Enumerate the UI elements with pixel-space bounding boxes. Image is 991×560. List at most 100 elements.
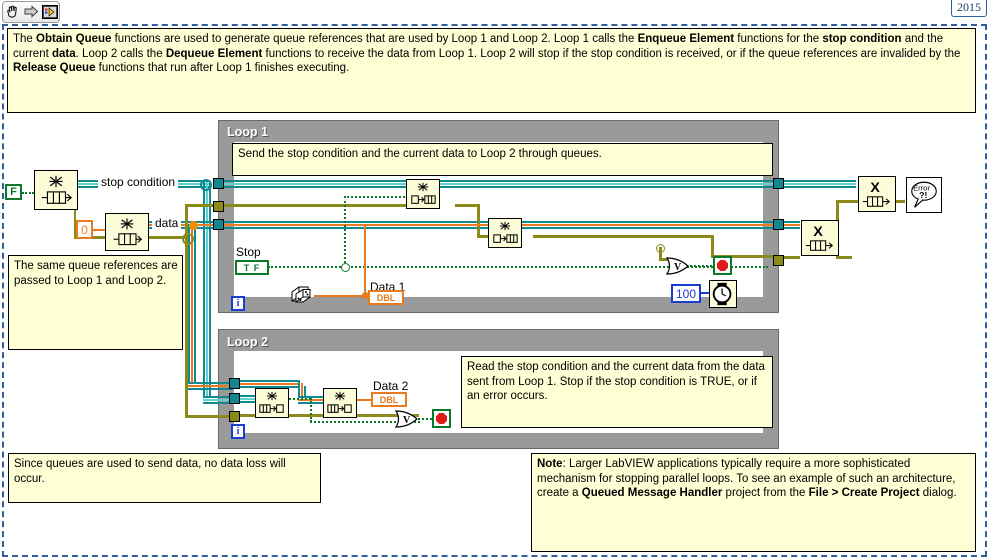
- labview-note: Note: Larger LabVIEW applications typica…: [531, 453, 976, 552]
- arrow-tool-icon[interactable]: [23, 4, 39, 20]
- loop1-stop-control[interactable]: T F: [235, 260, 269, 275]
- wire-data-l2-b: [188, 385, 233, 387]
- loop2-wire-stopq-c: [240, 401, 256, 403]
- loop1-wire-err-e: [533, 235, 713, 238]
- main-description-text: The Obtain Queue functions are used to g…: [13, 33, 961, 74]
- loop2-tunnel-stopqueue-in[interactable]: [229, 393, 240, 404]
- error-handler-text-2: ?!: [919, 190, 927, 200]
- wire-err-release-2b: [836, 256, 852, 259]
- loop1-bool-junction: [341, 263, 350, 272]
- loop1-bool-wire-v1: [344, 196, 346, 267]
- loop-1-comment: Send the stop condition and the current …: [232, 143, 773, 176]
- enqueue-element-stop[interactable]: [406, 179, 440, 209]
- svg-text:X: X: [813, 224, 823, 240]
- loop2-iteration-label: i: [236, 426, 240, 437]
- loop2-wire-stopq-a: [240, 395, 256, 397]
- release-queue-stop[interactable]: X: [858, 176, 896, 212]
- loop2-data-label: Data 2: [373, 379, 409, 393]
- loop1-wire-err-c: [477, 204, 480, 238]
- dequeue-element-stop[interactable]: [255, 388, 289, 418]
- loop1-or-out-wire: [690, 265, 712, 267]
- loop2-tunnel-dataqueue-in[interactable]: [229, 378, 240, 389]
- loop2-data-indicator[interactable]: DBL: [371, 392, 407, 407]
- simple-error-handler[interactable]: Error ?!: [906, 177, 942, 213]
- no-data-loss-note: Since queues are used to send data, no d…: [8, 453, 321, 503]
- loop-1-comment-text: Send the stop condition and the current …: [238, 148, 602, 160]
- wire-stopcond-down-b: [206, 182, 208, 397]
- loop2-tunnel-error-in[interactable]: [229, 411, 240, 422]
- loop1-tunnel-error-out[interactable]: [773, 255, 784, 266]
- queue-refs-note-text: The same queue references are passed to …: [14, 260, 178, 287]
- labview-note-text: Note: Larger LabVIEW applications typica…: [537, 458, 957, 499]
- zero-constant[interactable]: 0: [76, 220, 93, 239]
- wire-error-l2: [185, 415, 233, 418]
- wire-release-stop-a: [784, 180, 856, 182]
- wire-data-l2-a: [188, 382, 233, 384]
- svg-text:V: V: [674, 262, 682, 273]
- loop2-wire-dataq-b: [240, 383, 300, 385]
- toolbar[interactable]: [2, 1, 60, 23]
- loop2-or-out-wire: [418, 418, 432, 420]
- obtain-queue-data[interactable]: [105, 213, 149, 251]
- wire-data-down-c: [194, 224, 196, 384]
- loop1-data-indicator[interactable]: DBL: [368, 290, 404, 305]
- loop1-tunnel-error-in[interactable]: [213, 201, 224, 212]
- wire-stopcond-down-a: [203, 182, 205, 397]
- false-constant[interactable]: F: [5, 184, 22, 200]
- wire-release-data-a: [784, 221, 800, 223]
- loop1-iteration-label: i: [236, 298, 240, 309]
- loop1-wait-constant[interactable]: 100: [671, 284, 701, 303]
- loop2-wire-err-a: [240, 414, 256, 417]
- loop1-tunnel-stopqueue-out[interactable]: [773, 178, 784, 189]
- loop2-stop-terminal[interactable]: [432, 409, 451, 428]
- loop2-wire-dataq-a: [240, 380, 300, 382]
- wire-stopcond-down-c: [209, 182, 211, 397]
- loop-2-label: Loop 2: [227, 335, 268, 349]
- svg-text:X: X: [870, 180, 880, 196]
- loop2-bool-h1: [289, 398, 311, 400]
- hand-tool-icon[interactable]: [4, 4, 20, 20]
- main-description-note: The Obtain Queue functions are used to g…: [7, 28, 976, 113]
- loop1-num-wire-h: [314, 295, 366, 297]
- loop1-data-type: DBL: [376, 292, 396, 303]
- junction-stopcond: [200, 179, 212, 191]
- loop-2-comment-text: Read the stop condition and the current …: [467, 361, 765, 402]
- loop1-stop-terminal[interactable]: [713, 256, 732, 275]
- random-number-icon[interactable]: [288, 283, 316, 309]
- loop1-wait-ms-icon[interactable]: [709, 280, 737, 308]
- wire-zero-to-obtain-data: [93, 229, 105, 231]
- wire-release-data-c: [784, 227, 800, 229]
- svg-text:V: V: [403, 415, 411, 426]
- release-queue-data[interactable]: X: [801, 220, 839, 256]
- loop1-iteration-terminal[interactable]: i: [231, 296, 245, 311]
- loop1-bool-wire-h1: [344, 196, 408, 198]
- loop1-stop-control-value: T F: [243, 262, 261, 273]
- junction-error: [182, 233, 194, 245]
- wire-error-down: [185, 236, 188, 418]
- loop1-wire-err-a: [224, 204, 414, 207]
- enqueue-element-data[interactable]: [488, 218, 522, 248]
- vi-icon[interactable]: [41, 4, 58, 20]
- loop1-wire-err-f: [711, 235, 714, 257]
- no-data-loss-text: Since queues are used to send data, no d…: [14, 458, 286, 485]
- loop1-tunnel-dataqueue-in[interactable]: [213, 219, 224, 230]
- loop1-or-gate-icon[interactable]: V: [665, 256, 690, 276]
- loop1-tunnel-dataqueue-out[interactable]: [773, 219, 784, 230]
- loop1-tunnel-stopqueue-in[interactable]: [213, 178, 224, 189]
- wire-err-release-4: [836, 200, 860, 203]
- dequeue-element-data[interactable]: [323, 388, 357, 418]
- loop-1-label: Loop 1: [227, 125, 268, 139]
- loop1-stop-label: Stop: [236, 245, 261, 259]
- stop-octagon-icon: [717, 260, 728, 271]
- loop2-iteration-terminal[interactable]: i: [231, 424, 245, 439]
- loop2-or-gate-icon[interactable]: V: [394, 409, 419, 429]
- loop1-wire-stopq-b: [224, 183, 774, 185]
- obtain-queue-stop[interactable]: [34, 170, 78, 210]
- loop2-wire-stopq-b: [240, 398, 256, 400]
- loop1-num-wire-h2: [364, 224, 492, 226]
- version-tab: 2015: [951, 0, 987, 17]
- wire-data-down-b: [191, 224, 193, 384]
- wire-release-stop-c: [784, 186, 856, 188]
- wire-data-down-a: [188, 224, 190, 384]
- wire-release-stop-b: [784, 183, 856, 185]
